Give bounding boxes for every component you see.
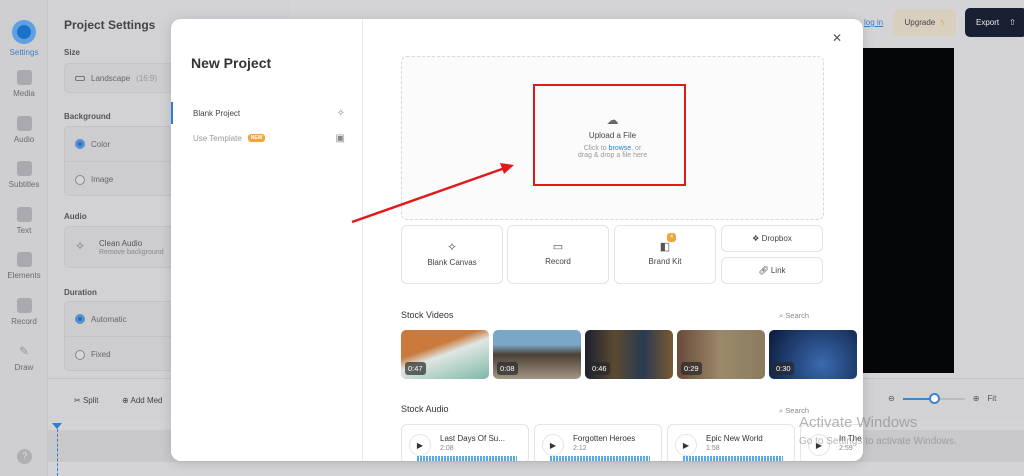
windows-activation-subtext: Go to Settings to activate Windows.	[799, 436, 957, 447]
annotation-arrow	[351, 163, 514, 224]
windows-activation-watermark: Activate Windows	[799, 414, 918, 431]
